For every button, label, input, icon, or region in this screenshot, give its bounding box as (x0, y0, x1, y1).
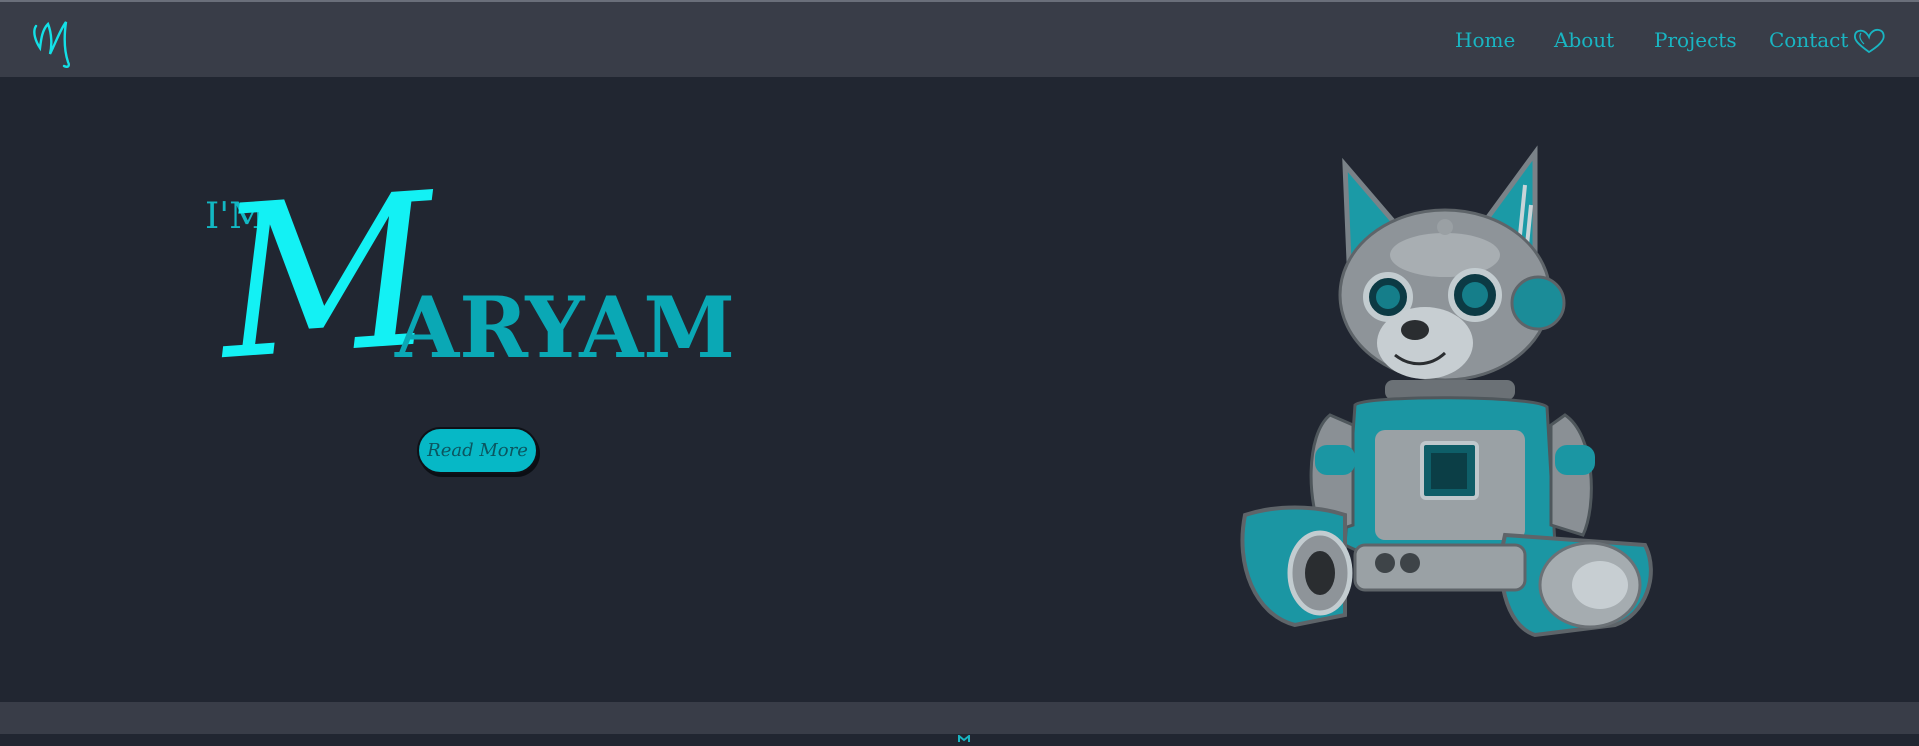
robot-cat-illustration (1240, 145, 1653, 638)
hero-section: I'M M ARYAM Read More (0, 77, 1919, 702)
top-navbar: Home About Projects Contact (0, 2, 1919, 77)
read-more-button[interactable]: Read More (417, 427, 538, 474)
hero-title: I'M M ARYAM (205, 167, 735, 407)
nav-contact[interactable]: Contact (1769, 28, 1848, 52)
nav-links: Home About Projects Contact (0, 2, 1919, 77)
nav-home[interactable]: Home (1455, 28, 1515, 52)
nav-about[interactable]: About (1554, 28, 1614, 52)
heart-outline-icon[interactable] (1852, 28, 1886, 54)
hero-name: ARYAM (394, 278, 735, 377)
nav-projects[interactable]: Projects (1654, 28, 1737, 52)
scroll-indicator-icon (958, 727, 970, 742)
